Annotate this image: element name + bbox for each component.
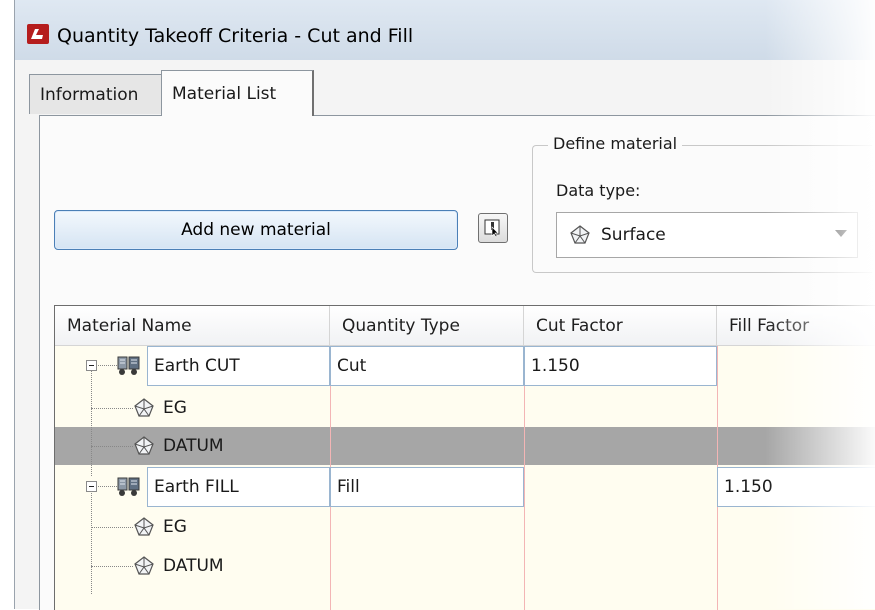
data-type-value: Surface xyxy=(601,225,666,245)
tab-material-list[interactable]: Material List xyxy=(161,70,314,116)
tree-line xyxy=(91,566,133,567)
tree-line xyxy=(91,408,133,409)
surface-name: DATUM xyxy=(157,428,230,464)
surface-icon xyxy=(134,398,154,417)
cut-factor-value: 1.150 xyxy=(531,356,580,376)
window-title: Quantity Takeoff Criteria - Cut and Fill xyxy=(57,25,414,47)
tab-information[interactable]: Information xyxy=(29,74,162,114)
define-material-title: Define material xyxy=(548,134,683,153)
app-icon xyxy=(27,24,49,44)
column-header-fill-factor[interactable]: Fill Factor xyxy=(717,306,875,346)
collapse-icon[interactable] xyxy=(86,481,97,492)
surface-icon xyxy=(570,225,590,244)
material-name-cell[interactable]: Earth FILL xyxy=(147,467,330,507)
surface-icon xyxy=(134,517,154,536)
quantity-type-cell[interactable]: Fill xyxy=(330,467,524,507)
material-name: Earth CUT xyxy=(154,356,240,376)
tab-information-label: Information xyxy=(40,84,139,105)
tree-line xyxy=(91,446,133,447)
data-type-dropdown[interactable]: Surface xyxy=(556,212,858,258)
cut-factor-cell[interactable]: 1.150 xyxy=(524,346,717,386)
quantity-type-value: Fill xyxy=(337,477,360,497)
tab-material-list-label: Material List xyxy=(172,83,277,104)
fill-factor-value: 1.150 xyxy=(724,477,773,497)
data-type-label: Data type: xyxy=(556,181,641,200)
material-icon xyxy=(117,356,140,375)
material-icon xyxy=(117,477,140,496)
fill-factor-cell[interactable]: 1.150 xyxy=(717,467,875,507)
tree-line xyxy=(91,371,92,476)
material-name: Earth FILL xyxy=(154,477,239,497)
add-new-material-label: Add new material xyxy=(181,220,331,240)
quantity-type-cell[interactable]: Cut xyxy=(330,346,524,386)
column-header-quantity-type[interactable]: Quantity Type xyxy=(330,306,524,346)
pick-from-drawing-button[interactable] xyxy=(478,213,508,243)
surface-name: DATUM xyxy=(163,556,224,576)
material-grid: Material Name Quantity Type Cut Factor F… xyxy=(54,305,875,610)
quantity-type-value: Cut xyxy=(337,356,367,376)
surface-icon xyxy=(134,436,154,455)
surface-name: EG xyxy=(163,398,187,418)
tree-line xyxy=(91,527,133,528)
column-header-cut-factor[interactable]: Cut Factor xyxy=(524,306,717,346)
chevron-down-icon xyxy=(835,230,847,237)
add-new-material-button[interactable]: Add new material xyxy=(54,210,458,250)
material-name-cell[interactable]: Earth CUT xyxy=(147,346,330,386)
tree-line xyxy=(91,491,92,594)
pick-icon xyxy=(484,219,500,238)
column-header-material-name[interactable]: Material Name xyxy=(55,306,330,346)
surface-name: EG xyxy=(163,517,187,537)
collapse-icon[interactable] xyxy=(86,360,97,371)
title-bar: Quantity Takeoff Criteria - Cut and Fill xyxy=(15,0,875,60)
surface-icon xyxy=(134,556,154,575)
